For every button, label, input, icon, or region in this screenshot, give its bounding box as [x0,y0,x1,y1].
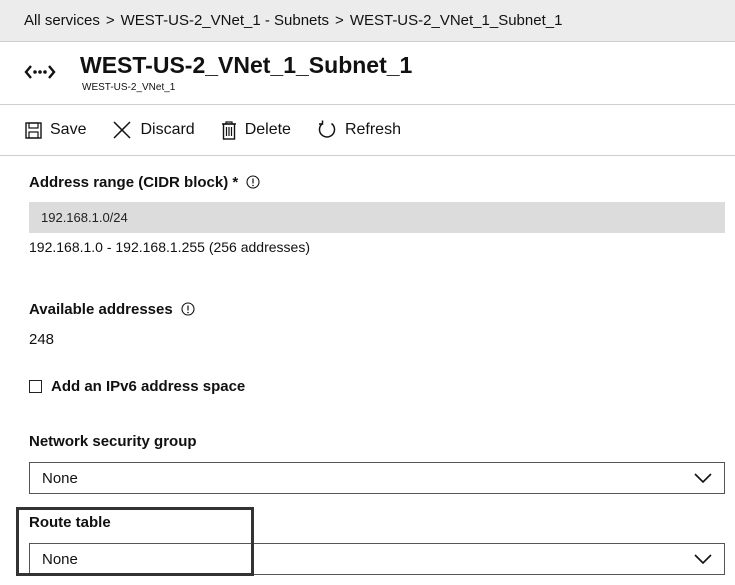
available-addresses-label-text: Available addresses [29,301,173,318]
delete-button[interactable]: Delete [221,120,291,140]
save-label: Save [50,121,87,138]
breadcrumb-separator: > [105,12,115,29]
route-table-value: None [42,550,78,568]
address-range-input[interactable] [29,202,725,233]
breadcrumb-separator: > [335,12,344,29]
info-icon[interactable] [181,302,195,320]
save-icon [25,121,42,139]
available-addresses-label: Available addresses [29,301,195,320]
info-icon[interactable] [246,175,260,193]
subnet-icon [24,62,56,87]
refresh-button[interactable]: Refresh [317,120,401,140]
chevron-down-icon [694,551,712,568]
address-range-summary: 192.168.1.0 - 192.168.1.255 (256 address… [29,239,310,255]
page-subtitle: WEST-US-2_VNet_1 [82,82,176,93]
available-addresses-value: 248 [29,331,55,348]
breadcrumb-current-subnet[interactable]: WEST-US-2_VNet_1_Subnet_1 [350,12,563,29]
save-button[interactable]: Save [25,121,86,139]
address-range-label-text: Address range (CIDR block) * [29,174,239,191]
close-icon [112,120,132,140]
page-title: WEST-US-2_VNet_1_Subnet_1 [80,52,413,78]
checkbox-icon[interactable] [29,380,42,393]
trash-icon [221,120,237,140]
discard-button[interactable]: Discard [112,120,195,140]
refresh-label: Refresh [344,121,401,138]
network-security-group-value: None [42,469,78,487]
ipv6-checkbox-label: Add an IPv6 address space [51,378,246,395]
breadcrumb-all-services[interactable]: All services [24,12,100,29]
chevron-down-icon [694,470,712,487]
command-bar: Save Discard Delete Refresh [0,104,735,156]
network-security-group-label: Network security group [29,433,197,450]
network-security-group-dropdown[interactable]: None [29,462,725,494]
breadcrumb-vnet-subnets[interactable]: WEST-US-2_VNet_1 - Subnets [121,12,329,29]
route-table-label: Route table [29,514,111,531]
delete-label: Delete [244,121,291,138]
ipv6-address-space-checkbox[interactable]: Add an IPv6 address space [29,378,245,395]
breadcrumb: All services > WEST-US-2_VNet_1 - Subnet… [0,0,735,42]
refresh-icon [317,120,337,140]
discard-label: Discard [140,121,195,138]
route-table-dropdown[interactable]: None [29,543,725,575]
address-range-label: Address range (CIDR block) * [29,174,260,193]
